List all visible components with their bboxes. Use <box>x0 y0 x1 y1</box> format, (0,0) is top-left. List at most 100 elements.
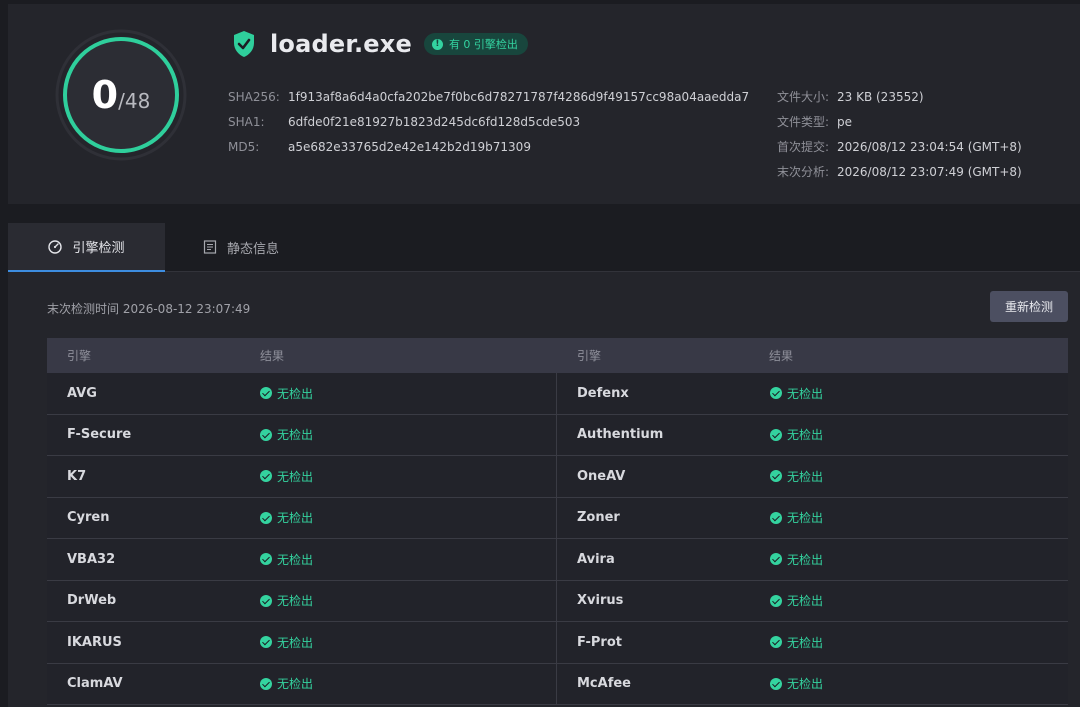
detection-score-ring: 0 /48 <box>54 28 188 162</box>
table-row: ClamAV 无检出 McAfee 无检出 <box>47 663 1068 705</box>
engine-cell: ClamAV 无检出 <box>47 663 557 705</box>
total-engines: /48 <box>118 89 151 113</box>
engine-name: AVG <box>67 385 97 401</box>
document-icon <box>203 240 217 254</box>
check-circle-icon <box>260 511 272 524</box>
check-circle-icon <box>770 636 782 649</box>
engine-name: F-Secure <box>67 427 132 443</box>
check-circle-icon <box>260 594 272 607</box>
result-label: 无检出 <box>277 469 314 484</box>
check-circle-icon <box>260 428 272 441</box>
check-circle-icon <box>770 387 782 400</box>
meta-row-first-submit: 首次提交: 2026/08/12 23:04:54 (GMT+8) <box>777 134 1022 159</box>
result-label: 无检出 <box>787 552 824 567</box>
hash-list: SHA256: 1f913af8a6d4a0cfa202be7f0bc6d782… <box>228 84 749 159</box>
engine-cell: Cyren 无检出 <box>47 497 557 539</box>
result-status: 无检出 <box>260 456 313 497</box>
result-status: 无检出 <box>260 498 313 539</box>
engine-cell: DrWeb 无检出 <box>47 580 557 622</box>
engine-cell: IKARUS 无检出 <box>47 622 557 663</box>
engine-name: DrWeb <box>67 593 117 609</box>
tab-bar: 引擎检测 静态信息 <box>8 223 1080 272</box>
meta-row-type: 文件类型: pe <box>777 109 1022 134</box>
hash-row-sha1: SHA1: 6dfde0f21e81927b1823d245dc6fd128d5… <box>228 109 749 134</box>
engine-cell: OneAV 无检出 <box>557 456 1067 497</box>
check-circle-icon <box>770 428 782 441</box>
result-status: 无检出 <box>260 415 313 456</box>
table-row: IKARUS 无检出 F-Prot 无检出 <box>47 622 1068 664</box>
engine-name: McAfee <box>577 676 631 692</box>
check-circle-icon <box>770 677 782 690</box>
result-label: 无检出 <box>787 594 824 609</box>
result-label: 无检出 <box>277 594 314 609</box>
result-label: 无检出 <box>787 428 824 443</box>
engine-name: Cyren <box>67 510 110 526</box>
result-label: 无检出 <box>277 386 314 401</box>
engine-name: OneAV <box>577 468 626 484</box>
table-body: AVG 无检出 Defenx 无检出 F-Secure 无检出 Authentium 无检出 K… <box>47 373 1068 705</box>
column-header-engine: 引擎 <box>67 349 92 363</box>
engine-name: Zoner <box>577 510 620 526</box>
result-status: 无检出 <box>260 539 313 580</box>
hash-value[interactable]: 6dfde0f21e81927b1823d245dc6fd128d5cde503 <box>288 115 580 129</box>
tab-label: 静态信息 <box>227 241 280 257</box>
table-header: 引擎 结果 引擎 结果 <box>47 338 1068 373</box>
result-status: 无检出 <box>770 373 823 414</box>
engine-cell: Avira 无检出 <box>557 539 1067 580</box>
check-circle-icon <box>260 470 272 483</box>
tab-static-info[interactable]: 静态信息 <box>203 223 279 271</box>
check-circle-icon <box>770 594 782 607</box>
table-row: K7 无检出 OneAV 无检出 <box>47 456 1068 498</box>
check-circle-icon <box>260 387 272 400</box>
shield-check-icon <box>232 30 256 58</box>
meta-value: 23 KB (23552) <box>837 89 924 104</box>
engine-name: VBA32 <box>67 551 116 567</box>
meta-key: 文件大小: <box>777 90 830 104</box>
engine-cell: F-Secure 无检出 <box>47 414 557 456</box>
engine-name: Defenx <box>577 385 629 401</box>
tab-engine-detection[interactable]: 引擎检测 <box>8 223 165 272</box>
result-status: 无检出 <box>260 664 313 705</box>
file-meta-list: 文件大小: 23 KB (23552) 文件类型: pe 首次提交: 2026/… <box>777 84 1022 184</box>
check-circle-icon <box>260 636 272 649</box>
last-scan-time: 末次检测时间 2026-08-12 23:07:49 <box>47 302 251 316</box>
check-circle-icon <box>260 553 272 566</box>
exclamation-icon: ! <box>431 38 443 50</box>
hash-value[interactable]: a5e682e33765d2e42e142b2d19b71309 <box>288 140 531 154</box>
check-circle-icon <box>770 511 782 524</box>
meta-value: pe <box>837 114 852 129</box>
hash-value[interactable]: 1f913af8a6d4a0cfa202be7f0bc6d78271787f42… <box>288 90 749 104</box>
result-status: 无检出 <box>770 415 823 456</box>
meta-row-size: 文件大小: 23 KB (23552) <box>777 84 1022 109</box>
engine-name: F-Prot <box>577 634 622 650</box>
hash-key: SHA1: <box>228 114 265 129</box>
meta-row-last-analysis: 末次分析: 2026/08/12 23:07:49 (GMT+8) <box>777 159 1022 184</box>
engine-cell: Defenx 无检出 <box>557 373 1067 414</box>
check-circle-icon <box>770 553 782 566</box>
result-status: 无检出 <box>260 622 313 663</box>
gauge-icon <box>48 239 63 254</box>
hash-key: SHA256: <box>228 89 280 104</box>
column-header-result: 结果 <box>769 349 794 363</box>
engine-detection-panel: 末次检测时间 2026-08-12 23:07:49 重新检测 引擎 结果 引擎… <box>8 272 1080 707</box>
engine-cell: Xvirus 无检出 <box>557 581 1067 622</box>
meta-key: 末次分析: <box>777 165 830 179</box>
result-status: 无检出 <box>770 581 823 622</box>
file-summary-panel: 0 /48 loader.exe ! 有 0 引擎检出 SHA256: 1f91… <box>8 4 1080 204</box>
meta-value: 2026/08/12 23:07:49 (GMT+8) <box>837 164 1022 179</box>
tab-label: 引擎检测 <box>72 241 125 256</box>
badge-label: 有 0 引擎检出 <box>448 38 518 51</box>
engine-cell: AVG 无检出 <box>47 373 557 414</box>
result-label: 无检出 <box>787 469 824 484</box>
engine-name: ClamAV <box>67 676 123 692</box>
engine-cell: McAfee 无检出 <box>557 664 1067 705</box>
rescan-button[interactable]: 重新检测 <box>990 291 1068 322</box>
hash-key: MD5: <box>228 139 260 154</box>
meta-key: 文件类型: <box>777 115 830 129</box>
result-label: 无检出 <box>277 677 314 692</box>
result-status: 无检出 <box>770 664 823 705</box>
result-status: 无检出 <box>260 581 313 622</box>
result-label: 无检出 <box>277 635 314 650</box>
result-label: 无检出 <box>787 386 824 401</box>
result-status: 无检出 <box>770 456 823 497</box>
